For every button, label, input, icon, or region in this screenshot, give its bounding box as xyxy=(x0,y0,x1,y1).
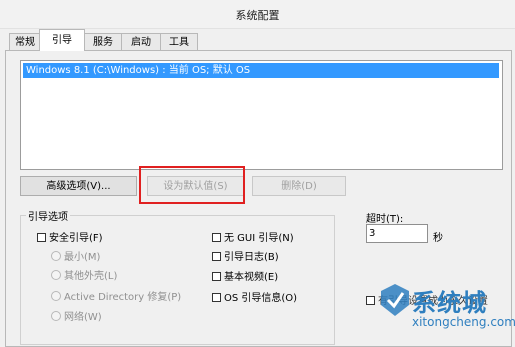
tab-startup[interactable]: 启动 xyxy=(121,33,161,51)
tab-tools[interactable]: 工具 xyxy=(160,33,198,51)
boot-entry-selected[interactable]: Windows 8.1 (C:\Windows) : 当前 OS; 默认 OS xyxy=(23,63,499,78)
tab-boot[interactable]: 引导 xyxy=(39,29,85,51)
os-boot-info-label: OS 引导信息(O) xyxy=(224,293,298,304)
watermark-text: 系统城 xyxy=(412,289,487,317)
boot-entry-list[interactable]: Windows 8.1 (C:\Windows) : 当前 OS; 默认 OS xyxy=(20,60,503,170)
active-directory-repair-radio[interactable]: Active Directory 修复(P) xyxy=(51,291,181,304)
radio-circle[interactable] xyxy=(51,311,61,321)
advanced-options-button[interactable]: 高级选项(V)... xyxy=(20,176,137,196)
watermark-url: xitongcheng.com xyxy=(412,315,515,329)
watermark-logo-icon xyxy=(381,284,409,316)
tab-general[interactable]: 常规 xyxy=(9,33,41,51)
checkbox-box[interactable] xyxy=(212,252,221,261)
radio-circle[interactable] xyxy=(51,251,61,261)
network-label: 网络(W) xyxy=(64,312,102,323)
timeout-input[interactable]: 3 xyxy=(366,224,428,243)
checkbox-box[interactable] xyxy=(366,296,375,305)
safe-boot-checkbox[interactable]: 安全引导(F) xyxy=(37,232,103,245)
active-directory-repair-label: Active Directory 修复(P) xyxy=(64,292,182,303)
minimal-label: 最小(M) xyxy=(64,252,101,263)
window-title: 系统配置 xyxy=(235,9,280,22)
base-video-checkbox[interactable]: 基本视频(E) xyxy=(212,271,278,284)
delete-button[interactable]: 删除(D) xyxy=(252,176,346,196)
red-highlight-annotation xyxy=(139,166,245,204)
checkbox-box[interactable] xyxy=(212,293,221,302)
alternate-shell-radio[interactable]: 其他外壳(L) xyxy=(51,270,117,283)
boot-log-checkbox[interactable]: 引导日志(B) xyxy=(212,251,279,264)
title-bar: 系统配置 xyxy=(0,0,515,29)
minimal-radio[interactable]: 最小(M) xyxy=(51,251,100,264)
timeout-label: 超时(T): xyxy=(366,214,404,225)
checkbox-box[interactable] xyxy=(212,233,221,242)
os-boot-info-checkbox[interactable]: OS 引导信息(O) xyxy=(212,292,297,305)
tab-bar: 常规 引导 服务 启动 工具 xyxy=(0,28,515,52)
no-gui-boot-label: 无 GUI 引导(N) xyxy=(224,233,294,244)
base-video-label: 基本视频(E) xyxy=(224,272,279,283)
timeout-unit: 秒 xyxy=(433,233,443,244)
network-radio[interactable]: 网络(W) xyxy=(51,311,102,324)
no-gui-boot-checkbox[interactable]: 无 GUI 引导(N) xyxy=(212,232,294,245)
tab-services[interactable]: 服务 xyxy=(84,33,122,51)
radio-circle[interactable] xyxy=(51,291,61,301)
boot-options-label: 引导选项 xyxy=(26,208,70,223)
checkbox-box[interactable] xyxy=(37,233,46,242)
alternate-shell-label: 其他外壳(L) xyxy=(64,271,118,282)
radio-circle[interactable] xyxy=(51,270,61,280)
safe-boot-label: 安全引导(F) xyxy=(49,233,103,244)
boot-log-label: 引导日志(B) xyxy=(224,252,279,263)
checkbox-box[interactable] xyxy=(212,272,221,281)
